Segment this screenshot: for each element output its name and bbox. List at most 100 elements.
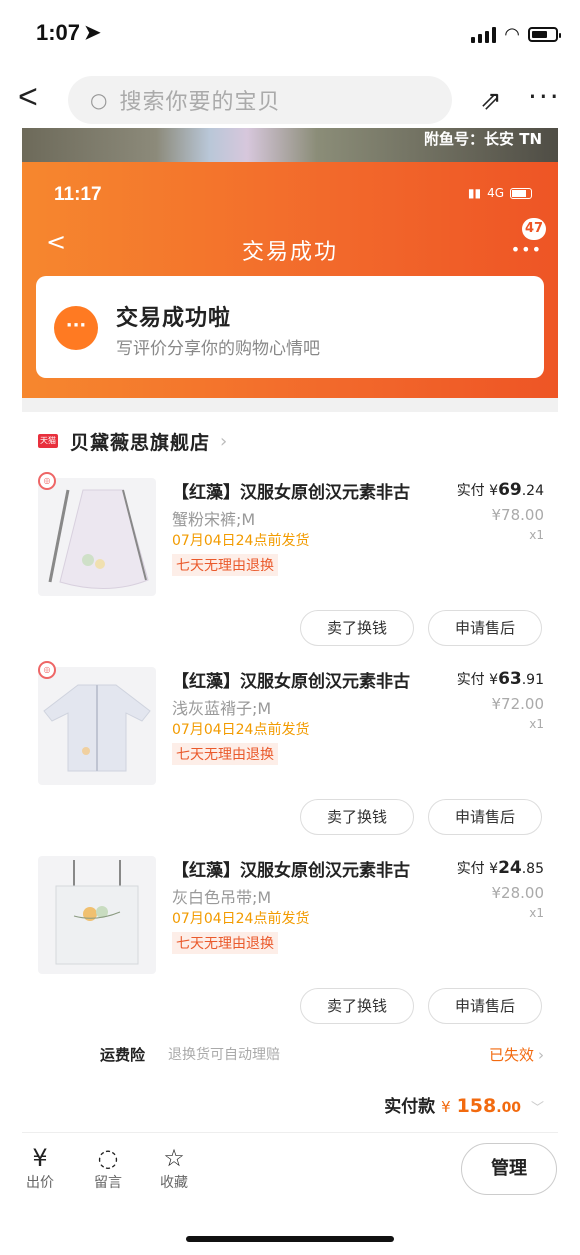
item-title: 【红藻】汉服女原创汉元素非古 bbox=[172, 672, 410, 692]
order-item[interactable]: ◎ 【红藻】汉服女原创汉元素非古 蟹粉宋裤;M 07月04日24点前发货 七天无… bbox=[22, 472, 558, 666]
success-card-title: 交易成功啦 bbox=[116, 306, 232, 331]
search-placeholder: 搜索你要的宝贝 bbox=[119, 90, 281, 115]
item-paid-price: 实付 ¥69.24 bbox=[457, 480, 544, 500]
success-card-subtitle: 写评价分享你的购物心情吧 bbox=[116, 339, 320, 359]
return-policy-tag: 七天无理由退换 bbox=[172, 932, 278, 954]
section-divider bbox=[22, 398, 558, 412]
embedded-battery-icon bbox=[510, 187, 532, 199]
paid-decimal: .85 bbox=[521, 861, 544, 877]
total-integer: 158 bbox=[456, 1095, 497, 1117]
insurance-description: 退换货可自动理赔 bbox=[168, 1047, 280, 1063]
brand-seal-icon: ◎ bbox=[38, 472, 56, 490]
search-input[interactable]: ○ 搜索你要的宝贝 bbox=[68, 76, 452, 124]
shop-name: 贝黛薇思旗舰店 bbox=[70, 431, 211, 454]
embedded-time: 11:17 bbox=[54, 184, 102, 205]
product-image-skirt[interactable] bbox=[38, 478, 156, 596]
message-button[interactable]: ◌ 留言 bbox=[88, 1144, 128, 1192]
success-card[interactable]: ··· 交易成功啦 写评价分享你的购物心情吧 bbox=[36, 276, 544, 378]
shop-row[interactable]: 天猫 贝黛薇思旗舰店 › bbox=[38, 426, 227, 456]
item-quantity: x1 bbox=[529, 906, 544, 920]
item-quantity: x1 bbox=[529, 717, 544, 731]
message-count-badge: 47 bbox=[522, 218, 546, 240]
order-item[interactable]: ◎ 【红藻】汉服女原创汉元素非古 浅灰蓝褙子;M 07月04日24点前发货 七天… bbox=[22, 661, 558, 855]
signal-icon bbox=[471, 26, 497, 43]
sell-button[interactable]: 卖了换钱 bbox=[300, 799, 414, 835]
review-photo: 附鱼号：长安 TN bbox=[22, 128, 558, 162]
item-original-price: ¥78.00 bbox=[491, 506, 545, 524]
product-image-camisole[interactable] bbox=[38, 856, 156, 974]
after-sales-button[interactable]: 申请售后 bbox=[428, 988, 542, 1024]
embedded-more-icon[interactable]: ••• bbox=[511, 240, 542, 259]
share-icon[interactable]: ⇗ bbox=[480, 86, 502, 116]
insurance-label: 运费险 bbox=[100, 1046, 146, 1064]
item-title: 【红藻】汉服女原创汉元素非古 bbox=[172, 483, 410, 503]
order-item[interactable]: 【红藻】汉服女原创汉元素非古 灰白色吊带;M 07月04日24点前发货 七天无理… bbox=[22, 856, 558, 1044]
item-quantity: x1 bbox=[529, 528, 544, 542]
bottom-divider bbox=[22, 1132, 558, 1133]
message-label: 留言 bbox=[94, 1175, 122, 1191]
shipping-insurance-row[interactable]: 运费险 退换货可自动理赔 已失效 › bbox=[22, 1042, 558, 1068]
paid-decimal: .91 bbox=[521, 672, 544, 688]
star-icon: ☆ bbox=[163, 1144, 185, 1172]
status-time: 1:07 bbox=[36, 20, 81, 45]
embedded-signal-icon: ▮▮ bbox=[467, 186, 482, 200]
currency: ¥ bbox=[489, 861, 499, 877]
insurance-status: 已失效 › bbox=[489, 1044, 544, 1065]
manage-button[interactable]: 管理 bbox=[461, 1143, 557, 1195]
search-icon: ○ bbox=[90, 88, 108, 112]
item-sku: 蟹粉宋裤;M bbox=[172, 510, 256, 529]
photo-caption: 附鱼号：长安 TN bbox=[423, 130, 542, 148]
status-bar: 1:07 ➤ ◠ bbox=[0, 0, 580, 68]
offer-button[interactable]: ¥ 出价 bbox=[20, 1144, 60, 1192]
order-total[interactable]: 实付款 ¥ 158.00 ﹀ bbox=[384, 1092, 544, 1117]
embedded-status-icons: ▮▮ 4G bbox=[468, 186, 532, 200]
favorite-label: 收藏 bbox=[160, 1175, 188, 1191]
order-success-header: 11:17 ▮▮ 4G < 交易成功 47 ••• ··· 交易成功啦 写评价分… bbox=[22, 162, 558, 398]
paid-decimal: .24 bbox=[521, 483, 544, 499]
item-paid-price: 实付 ¥63.91 bbox=[457, 669, 544, 689]
after-sales-button[interactable]: 申请售后 bbox=[428, 799, 542, 835]
total-decimal: .00 bbox=[496, 1100, 522, 1116]
return-policy-tag: 七天无理由退换 bbox=[172, 554, 278, 576]
tmall-icon: 天猫 bbox=[38, 434, 58, 448]
more-icon[interactable]: ··· bbox=[528, 80, 561, 113]
chevron-right-icon: › bbox=[220, 430, 228, 452]
item-original-price: ¥72.00 bbox=[491, 695, 545, 713]
product-image-coat[interactable] bbox=[38, 667, 156, 785]
offer-label: 出价 bbox=[26, 1175, 54, 1191]
chevron-right-icon: › bbox=[538, 1046, 544, 1064]
item-sku: 浅灰蓝褙子;M bbox=[172, 699, 272, 718]
item-sku: 灰白色吊带;M bbox=[172, 888, 272, 907]
total-currency: ¥ bbox=[441, 1098, 451, 1116]
item-ship-time: 07月04日24点前发货 bbox=[172, 722, 310, 738]
embedded-title: 交易成功 bbox=[241, 240, 338, 265]
back-icon[interactable]: < bbox=[18, 80, 38, 114]
item-original-price: ¥28.00 bbox=[491, 884, 545, 902]
sell-button[interactable]: 卖了换钱 bbox=[300, 988, 414, 1024]
paid-label: 实付 bbox=[456, 483, 485, 499]
comment-icon: ◌ bbox=[97, 1144, 119, 1172]
return-policy-tag: 七天无理由退换 bbox=[172, 743, 278, 765]
item-title: 【红藻】汉服女原创汉元素非古 bbox=[172, 861, 410, 881]
item-paid-price: 实付 ¥24.85 bbox=[457, 858, 544, 878]
chat-bubble-icon: ··· bbox=[54, 306, 98, 350]
location-arrow-icon: ➤ bbox=[84, 22, 101, 44]
embedded-network: 4G bbox=[487, 186, 504, 200]
paid-integer: 69 bbox=[498, 480, 522, 500]
paid-integer: 63 bbox=[498, 669, 522, 689]
yuan-circle-icon: ¥ bbox=[32, 1144, 48, 1172]
paid-label: 实付 bbox=[456, 861, 485, 877]
currency: ¥ bbox=[489, 483, 499, 499]
currency: ¥ bbox=[489, 672, 499, 688]
sell-button[interactable]: 卖了换钱 bbox=[300, 610, 414, 646]
favorite-button[interactable]: ☆ 收藏 bbox=[154, 1144, 194, 1192]
chevron-down-icon: ﹀ bbox=[530, 1101, 544, 1116]
after-sales-button[interactable]: 申请售后 bbox=[428, 610, 542, 646]
wifi-icon: ◠ bbox=[504, 24, 520, 45]
paid-label: 实付 bbox=[456, 672, 485, 688]
total-label: 实付款 bbox=[384, 1097, 436, 1117]
insurance-status-text: 已失效 bbox=[488, 1046, 534, 1064]
item-ship-time: 07月04日24点前发货 bbox=[172, 911, 310, 927]
status-icons: ◠ bbox=[471, 24, 561, 45]
item-ship-time: 07月04日24点前发货 bbox=[172, 533, 310, 549]
